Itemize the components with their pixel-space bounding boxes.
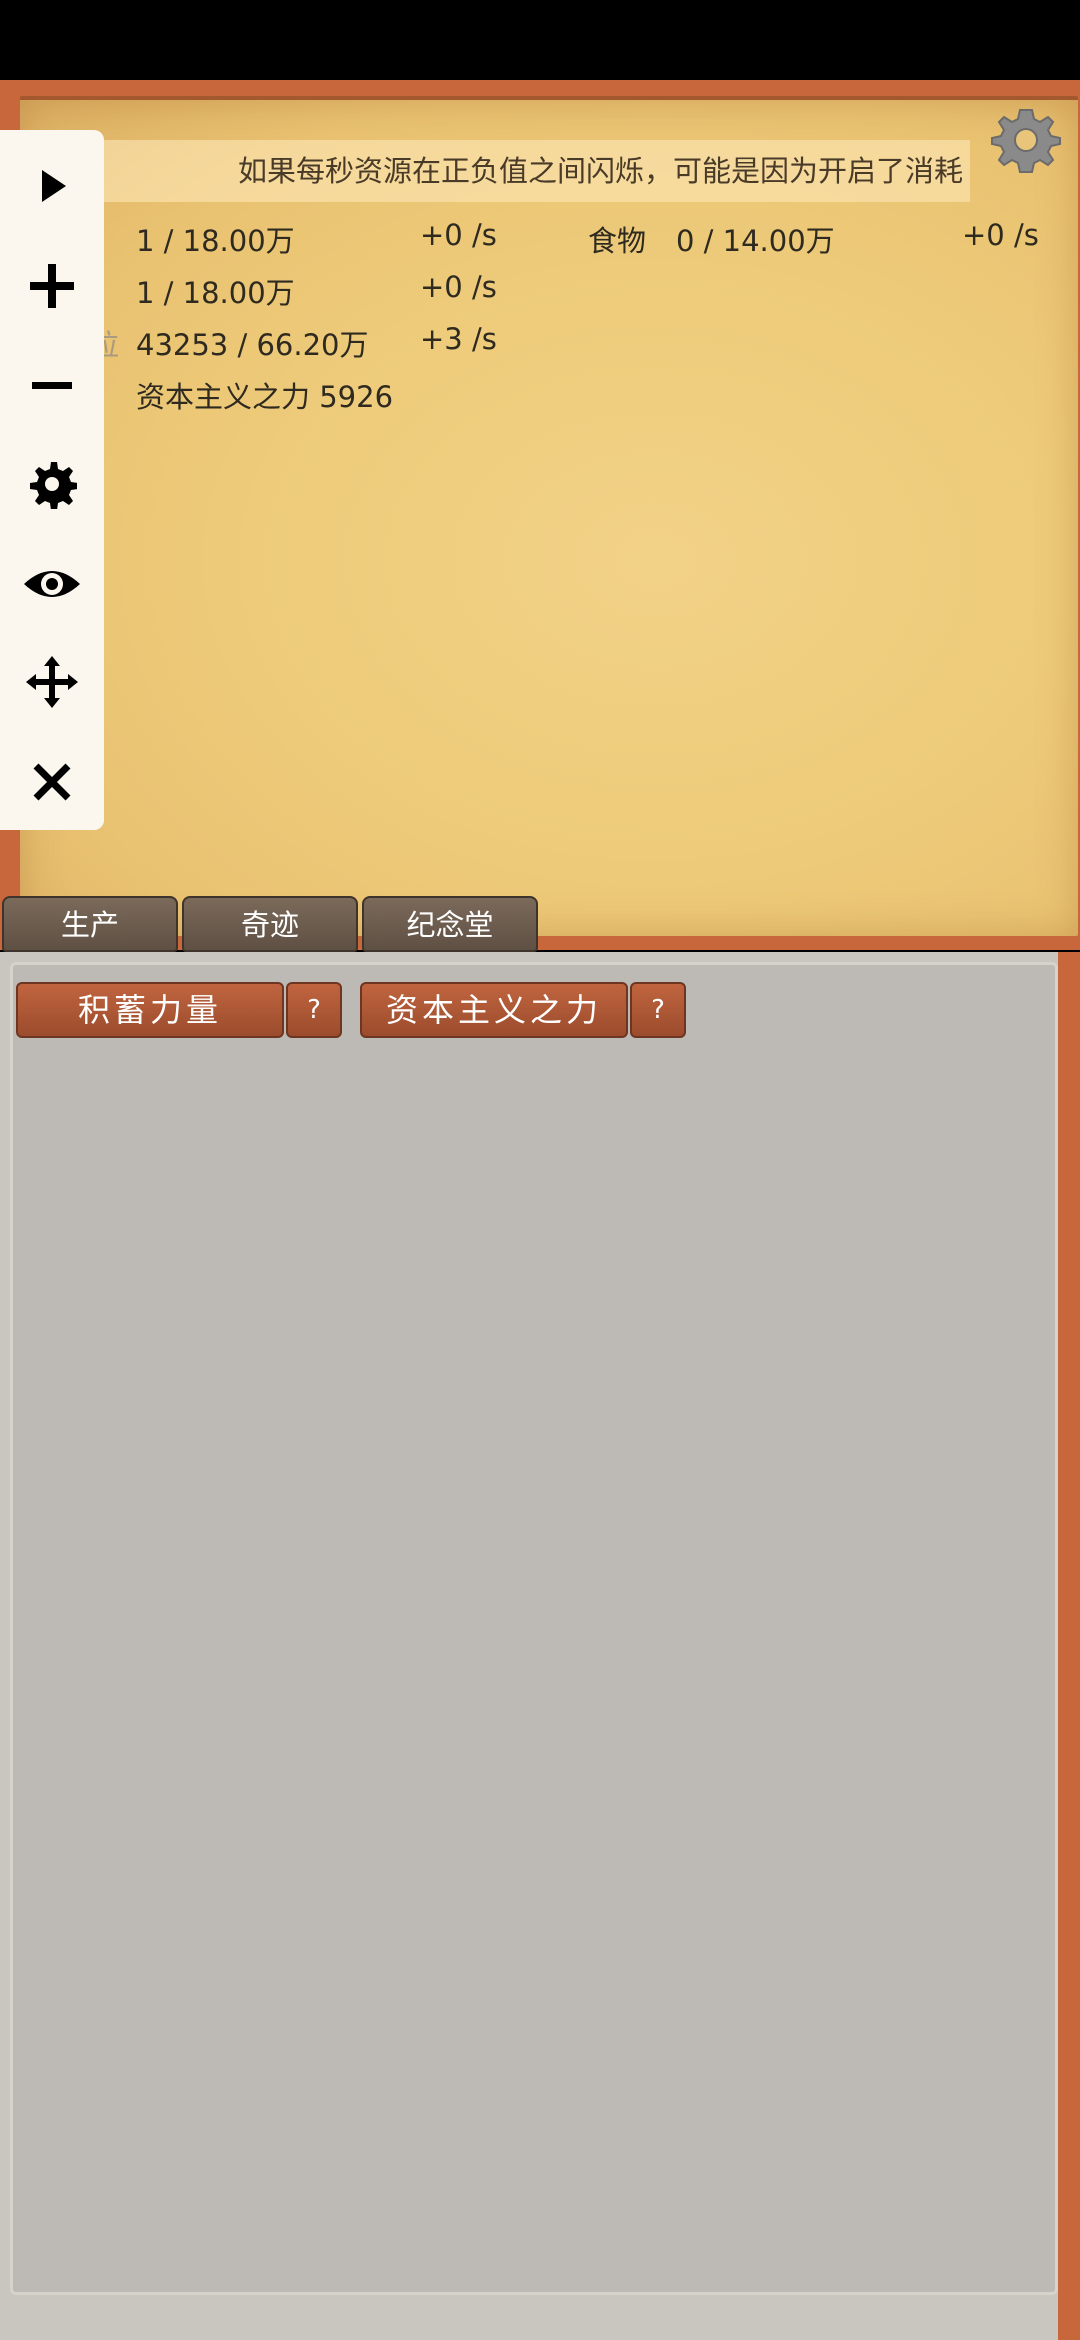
accumulate-help-button[interactable]: ? xyxy=(286,982,342,1038)
resource-amount: 43253 / 66.20万 xyxy=(136,328,369,362)
content-panel xyxy=(10,962,1058,2295)
accumulate-power-button[interactable]: 积蓄力量 xyxy=(16,982,284,1038)
capitalism-help-button[interactable]: ? xyxy=(630,982,686,1038)
minus-icon[interactable] xyxy=(16,350,88,422)
play-icon[interactable] xyxy=(16,150,88,222)
floating-toolbar xyxy=(0,130,104,830)
resource-amount: 资本主义之力 5926 xyxy=(136,380,394,414)
resource-amount: 0 / 14.00万 xyxy=(676,224,835,258)
resource-amount: 1 / 18.00万 xyxy=(136,224,295,258)
gear-icon[interactable] xyxy=(16,448,88,520)
resource-amount: 1 / 18.00万 xyxy=(136,276,295,310)
capitalism-power-button[interactable]: 资本主义之力 xyxy=(360,982,628,1038)
resource-name: 食物 xyxy=(588,224,647,258)
plus-icon[interactable] xyxy=(16,250,88,322)
gear-icon[interactable] xyxy=(990,104,1062,176)
panel-edge xyxy=(1058,952,1080,2340)
move-icon[interactable] xyxy=(16,646,88,718)
tab-memorial[interactable]: 纪念堂 xyxy=(362,896,538,952)
tab-wonders[interactable]: 奇迹 xyxy=(182,896,358,952)
resource-rate: +0 /s xyxy=(420,218,497,252)
close-icon[interactable] xyxy=(16,746,88,818)
resource-rate: +0 /s xyxy=(420,270,497,304)
notice-text: 如果每秒资源在正负值之间闪烁，可能是因为开启了消耗 xyxy=(100,140,970,202)
tab-production[interactable]: 生产 xyxy=(2,896,178,952)
resource-rate: +0 /s xyxy=(962,218,1039,252)
resource-rate: +3 /s xyxy=(420,322,497,356)
eye-icon[interactable] xyxy=(16,548,88,620)
